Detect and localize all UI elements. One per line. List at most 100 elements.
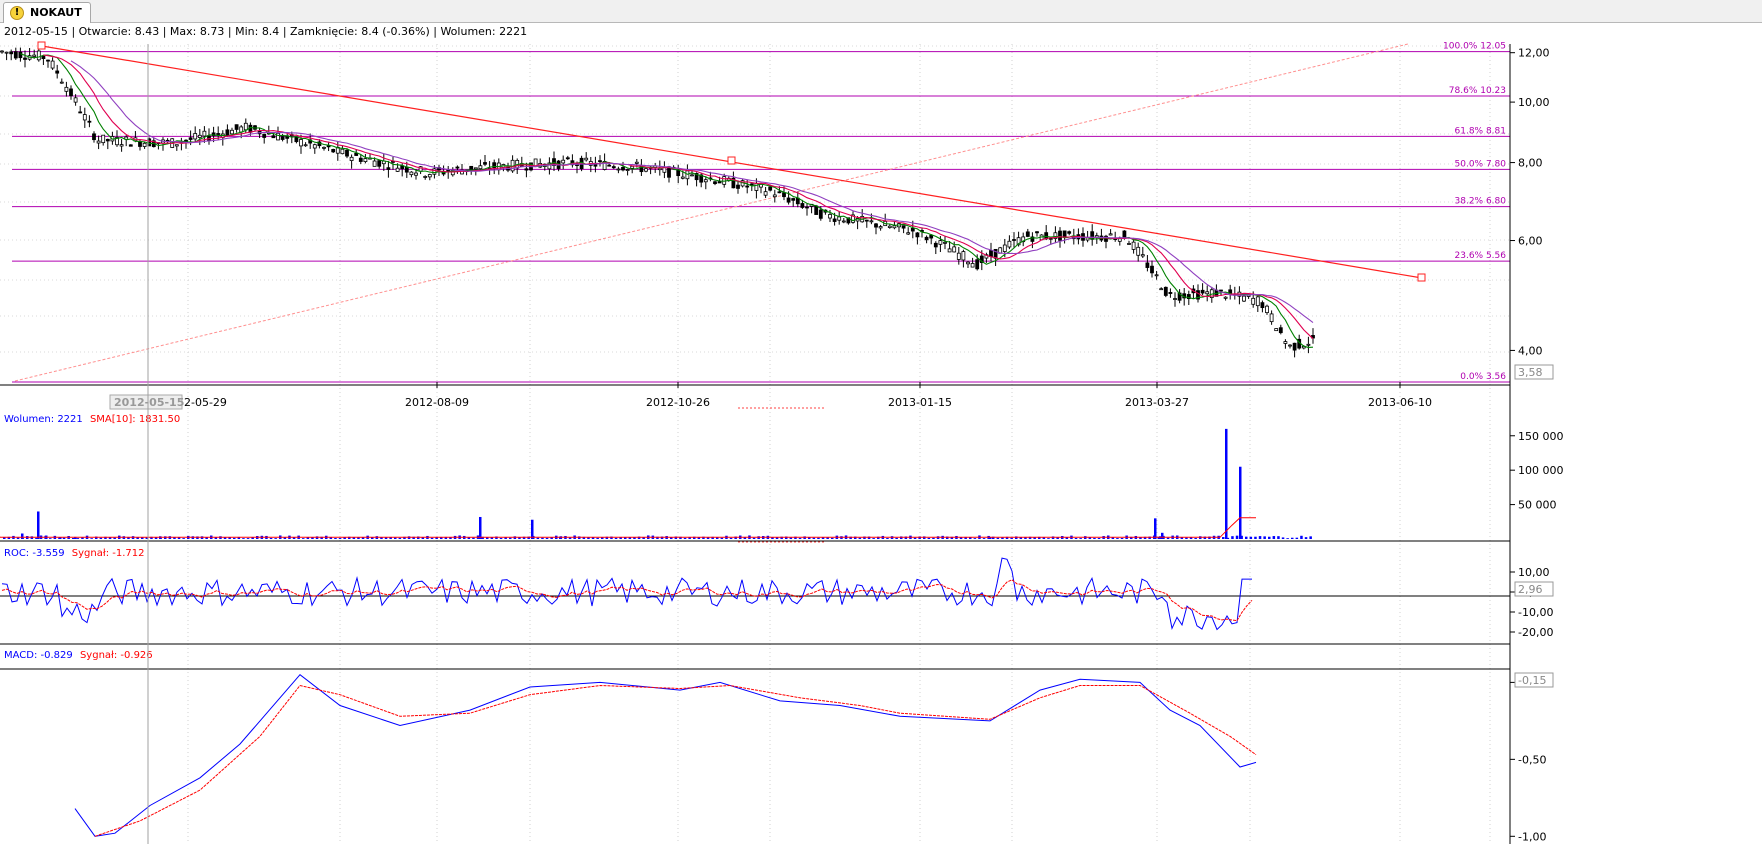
macd-tick-label-2: -1,00: [1518, 830, 1546, 843]
volume-bar-133: [614, 537, 618, 539]
candle-body-61: [280, 136, 285, 140]
candle-body-177: [814, 205, 819, 215]
macd-lines: [74, 674, 1257, 837]
info-max: 8.73: [200, 25, 225, 38]
candle-body-130: [598, 160, 602, 163]
candle-body-2: [9, 51, 14, 55]
candle-body-170: [782, 192, 786, 198]
candle-body-138: [634, 161, 639, 164]
volume-spike-7: [479, 516, 482, 539]
candle-body-220: [1012, 239, 1016, 241]
volume-bar-13: [62, 537, 66, 539]
info-line: 2012-05-15 | Otwarcie: 8.43 | Max: 8.73 …: [4, 25, 527, 38]
date-label-1: 2012-10-26: [646, 396, 710, 409]
candle-body-255: [1173, 298, 1177, 300]
candle-body-172: [791, 198, 796, 201]
volume-bar-173: [798, 537, 802, 539]
volume-bar-271: [1249, 536, 1253, 539]
info-date: 2012-05-15: [4, 25, 68, 38]
date-label-partial: 2-05-29: [184, 396, 227, 409]
candle-body-43: [197, 134, 202, 138]
volume-legend-main: Wolumen: 2221: [4, 414, 83, 425]
candle-body-208: [956, 252, 961, 260]
trendline-handle-start[interactable]: [37, 41, 46, 50]
info-close: 8.4 (-0.36%): [361, 25, 430, 38]
candle-body-41: [188, 137, 193, 140]
volume-bar-24: [113, 537, 116, 539]
volume-bar-211: [973, 538, 977, 539]
volume-bar-163: [752, 537, 756, 539]
candle-body-38: [174, 144, 179, 147]
volume-bar-123: [568, 537, 572, 539]
candle-body-50: [230, 129, 234, 135]
candle-body-193: [887, 225, 892, 228]
volume-bar-233: [1074, 538, 1078, 539]
candle-body-127: [584, 157, 589, 161]
candle-body-155: [713, 181, 717, 185]
candle-body-148: [680, 176, 685, 179]
volume-bar-198: [913, 537, 917, 539]
candle-body-1: [4, 51, 9, 54]
fib-label-5: 23.6% 5.56: [1455, 251, 1507, 261]
candle-body-123: [565, 157, 570, 160]
candle-body-99: [455, 166, 460, 169]
candle-body-82: [377, 160, 382, 167]
candle-body-241: [1108, 233, 1113, 236]
candle-body-198: [910, 228, 915, 232]
roc-lines: [1, 557, 1253, 631]
volume-spike-12: [1154, 518, 1157, 539]
candle-body-201: [924, 236, 929, 241]
volume-bar-276: [1272, 536, 1276, 539]
candle-body-14: [64, 86, 69, 92]
candle-body-196: [901, 225, 906, 229]
candle-body-197: [906, 232, 911, 235]
volume-bar-281: [1295, 537, 1299, 539]
candle-body-90: [414, 172, 418, 176]
candle-body-145: [667, 166, 671, 178]
info-max-label: Max: [170, 25, 193, 38]
volume-bar-21: [99, 537, 103, 539]
volume-bar-148: [683, 537, 687, 539]
candle-body-274: [1260, 302, 1265, 309]
volume-bar-86: [398, 537, 402, 539]
candle-body-94: [432, 168, 437, 175]
volume-tick-label-1: 100 000: [1518, 464, 1564, 477]
roc-signal-line: [1, 579, 1253, 622]
price-tick-label-4: 4,00: [1518, 344, 1543, 357]
ma-slow-line: [70, 60, 1314, 324]
volume-bar-237: [1093, 537, 1096, 539]
stock-chart[interactable]: 2012-05-15 | Otwarcie: 8.43 | Max: 8.73 …: [0, 22, 1762, 844]
volume-bar-117: [541, 537, 544, 539]
candle-body-21: [96, 140, 101, 144]
candle-body-4: [18, 51, 23, 59]
candle-body-23: [105, 138, 110, 142]
macd-legend: MACD: -0.829 Sygnał: -0.926: [4, 650, 153, 661]
candle-body-272: [1251, 297, 1256, 305]
candle-body-166: [763, 191, 768, 196]
volume-tick-label-2: 50 000: [1518, 499, 1557, 512]
candle-body-12: [55, 70, 60, 74]
roc-axis: 10,00-0,00-10,00-20,00: [1510, 566, 1553, 639]
volume-bar-108: [499, 537, 503, 539]
candle-body-51: [234, 124, 239, 130]
volume-bar-93: [430, 537, 434, 539]
candle-body-0: [0, 50, 4, 53]
volume-bar-3: [16, 537, 20, 539]
trendline-handle-end[interactable]: [1417, 273, 1426, 282]
trendline-handle-mid[interactable]: [727, 156, 736, 165]
candle-body-150: [690, 174, 694, 177]
volume-bar-72: [334, 537, 337, 539]
macd-last-value: -0,15: [1518, 674, 1546, 687]
volume-bar-16: [76, 538, 80, 539]
tab-nokaut[interactable]: ! NOKAUT: [3, 2, 91, 23]
date-axis: 2012-05-15 2-05-29 2012-08-09 2012-10-26 2…: [109, 382, 1432, 410]
roc-legend-signal: Sygnał: -1.712: [72, 548, 145, 559]
volume-bar-189: [872, 538, 875, 539]
candle-body-265: [1219, 289, 1223, 292]
candle-body-160: [736, 184, 740, 189]
volume-bar-192: [886, 538, 889, 539]
macd-legend-main: MACD: -0.829: [4, 650, 73, 661]
candle-body-212: [975, 259, 980, 270]
cursor-date-label: 2012-05-15: [114, 396, 184, 409]
candle-body-3: [13, 51, 18, 59]
